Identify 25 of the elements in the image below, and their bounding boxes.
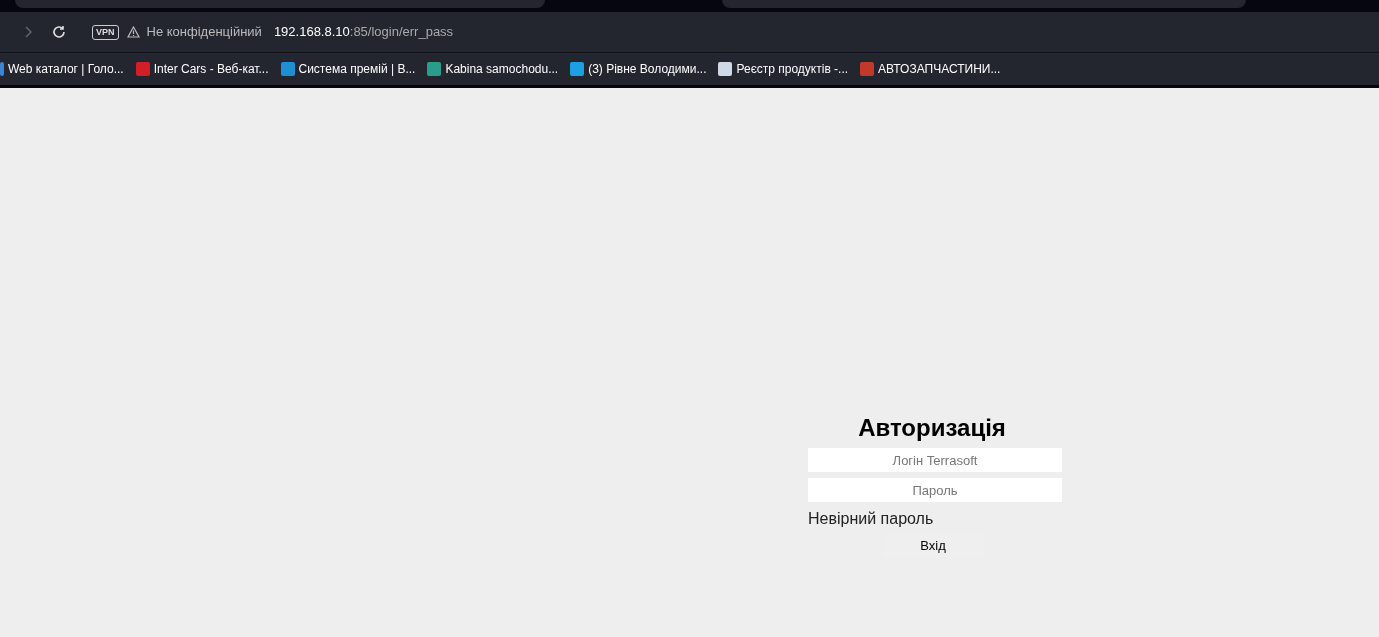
security-label[interactable]: Не конфіденційний (146, 22, 262, 42)
favicon-icon (570, 62, 585, 76)
bookmark-link[interactable]: (3) Рівне Володими... (588, 60, 707, 78)
favicon-icon (280, 62, 295, 76)
bookmark-link[interactable]: Kabina samochodu... (445, 60, 559, 78)
error-message: Невірний пароль (808, 510, 934, 528)
favicon-icon (135, 62, 150, 76)
bookmark-link[interactable]: Система премій | В... (298, 60, 416, 78)
bookmark-link[interactable]: Web каталог | Голо... (8, 60, 124, 78)
favicon-icon (0, 62, 4, 76)
password-field[interactable]: Пароль (808, 478, 1062, 502)
favicon-icon (427, 62, 442, 76)
reload-icon[interactable] (52, 25, 66, 39)
bookmark-link[interactable]: Реєстр продуктів -... (736, 60, 849, 78)
warning-icon (126, 26, 140, 38)
bookmark-link[interactable]: АВТОЗАПЧАСТИНИ... (878, 60, 1001, 78)
forward-icon[interactable] (24, 26, 32, 38)
vpn-badge[interactable]: VPN (92, 24, 119, 40)
bookmark-link[interactable]: Inter Cars - Веб-кат... (153, 60, 269, 78)
url-host[interactable]: 192.168.8.10 (273, 22, 350, 42)
login-field[interactable]: Логін Terrasoft (808, 448, 1062, 472)
login-title: Авторизація (857, 414, 1007, 442)
favicon-icon (718, 62, 733, 76)
favicon-icon (860, 62, 875, 76)
url-path[interactable]: :85/login/err_pass (349, 22, 454, 42)
